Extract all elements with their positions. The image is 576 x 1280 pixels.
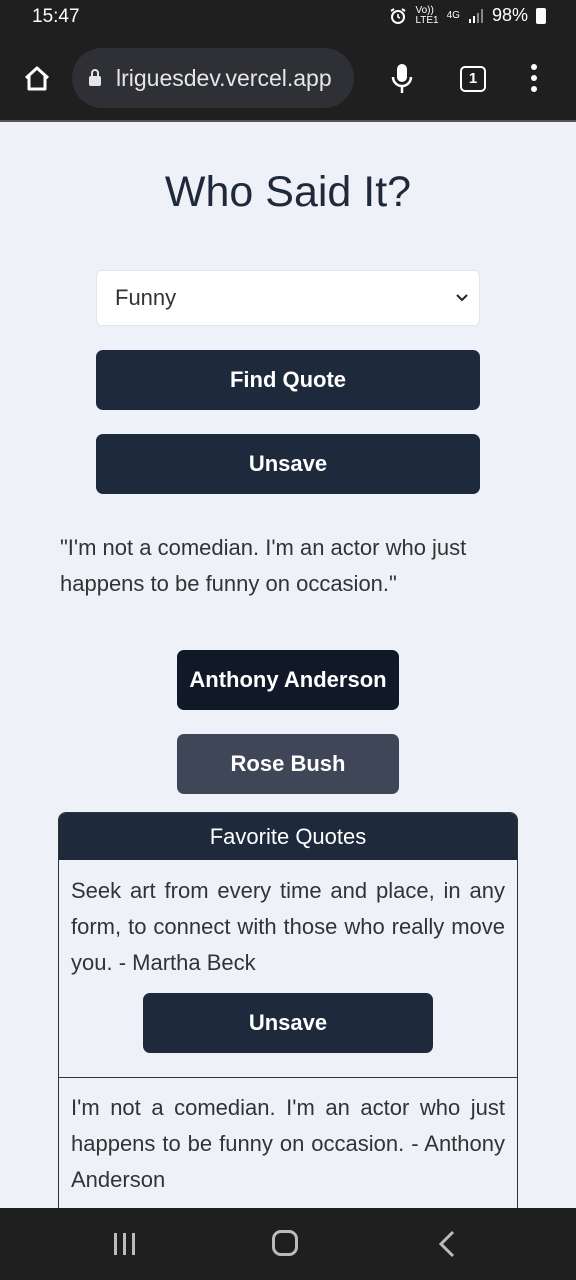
- status-bar: 15:47 Vo)) LTE1 4G 98%: [0, 0, 576, 36]
- favorite-quotes-card: Favorite Quotes Seek art from every time…: [58, 812, 518, 1212]
- status-indicators: Vo)) LTE1 4G 98%: [389, 5, 546, 26]
- choice-button-anthony-anderson[interactable]: Anthony Anderson: [177, 650, 399, 710]
- signal-type: 4G: [446, 9, 460, 21]
- tabs-icon[interactable]: 1: [460, 66, 486, 92]
- back-icon[interactable]: [438, 1230, 456, 1258]
- favorite-divider: [59, 1077, 517, 1078]
- address-bar[interactable]: lriguesdev.vercel.app: [72, 48, 354, 108]
- network-type: Vo)) LTE1: [415, 4, 439, 26]
- favorite-quote-text: I'm not a comedian. I'm an actor who jus…: [71, 1095, 505, 1192]
- more-vert-icon[interactable]: [530, 64, 538, 94]
- alarm-icon: [390, 7, 407, 24]
- nav-home-icon[interactable]: [272, 1230, 298, 1256]
- favorite-quotes-heading: Favorite Quotes: [59, 813, 517, 860]
- battery-icon: [536, 7, 546, 24]
- home-icon[interactable]: [22, 64, 52, 94]
- current-quote: "I'm not a comedian. I'm an actor who ju…: [60, 535, 467, 596]
- choice-button-rose-bush[interactable]: Rose Bush: [177, 734, 399, 794]
- battery-percent: 98%: [491, 5, 528, 25]
- url-text: lriguesdev.vercel.app: [116, 65, 332, 91]
- microphone-icon[interactable]: [390, 62, 414, 96]
- unsave-button[interactable]: Unsave: [96, 434, 480, 494]
- recents-icon[interactable]: [112, 1232, 138, 1256]
- signal-icon: [468, 8, 483, 23]
- page-title: Who Said It?: [164, 168, 412, 216]
- lock-icon: [89, 69, 101, 86]
- browser-toolbar: lriguesdev.vercel.app 1: [0, 36, 576, 122]
- favorite-unsave-button[interactable]: Unsave: [143, 993, 433, 1053]
- status-time: 15:47: [32, 6, 80, 27]
- favorite-quote-text: Seek art from every time and place, in a…: [71, 878, 505, 975]
- chevron-down-icon: [456, 294, 468, 302]
- find-quote-button[interactable]: Find Quote: [96, 350, 480, 410]
- category-select[interactable]: Funny: [96, 270, 480, 326]
- category-select-value: Funny: [115, 285, 177, 310]
- system-nav-bar: [0, 1208, 576, 1280]
